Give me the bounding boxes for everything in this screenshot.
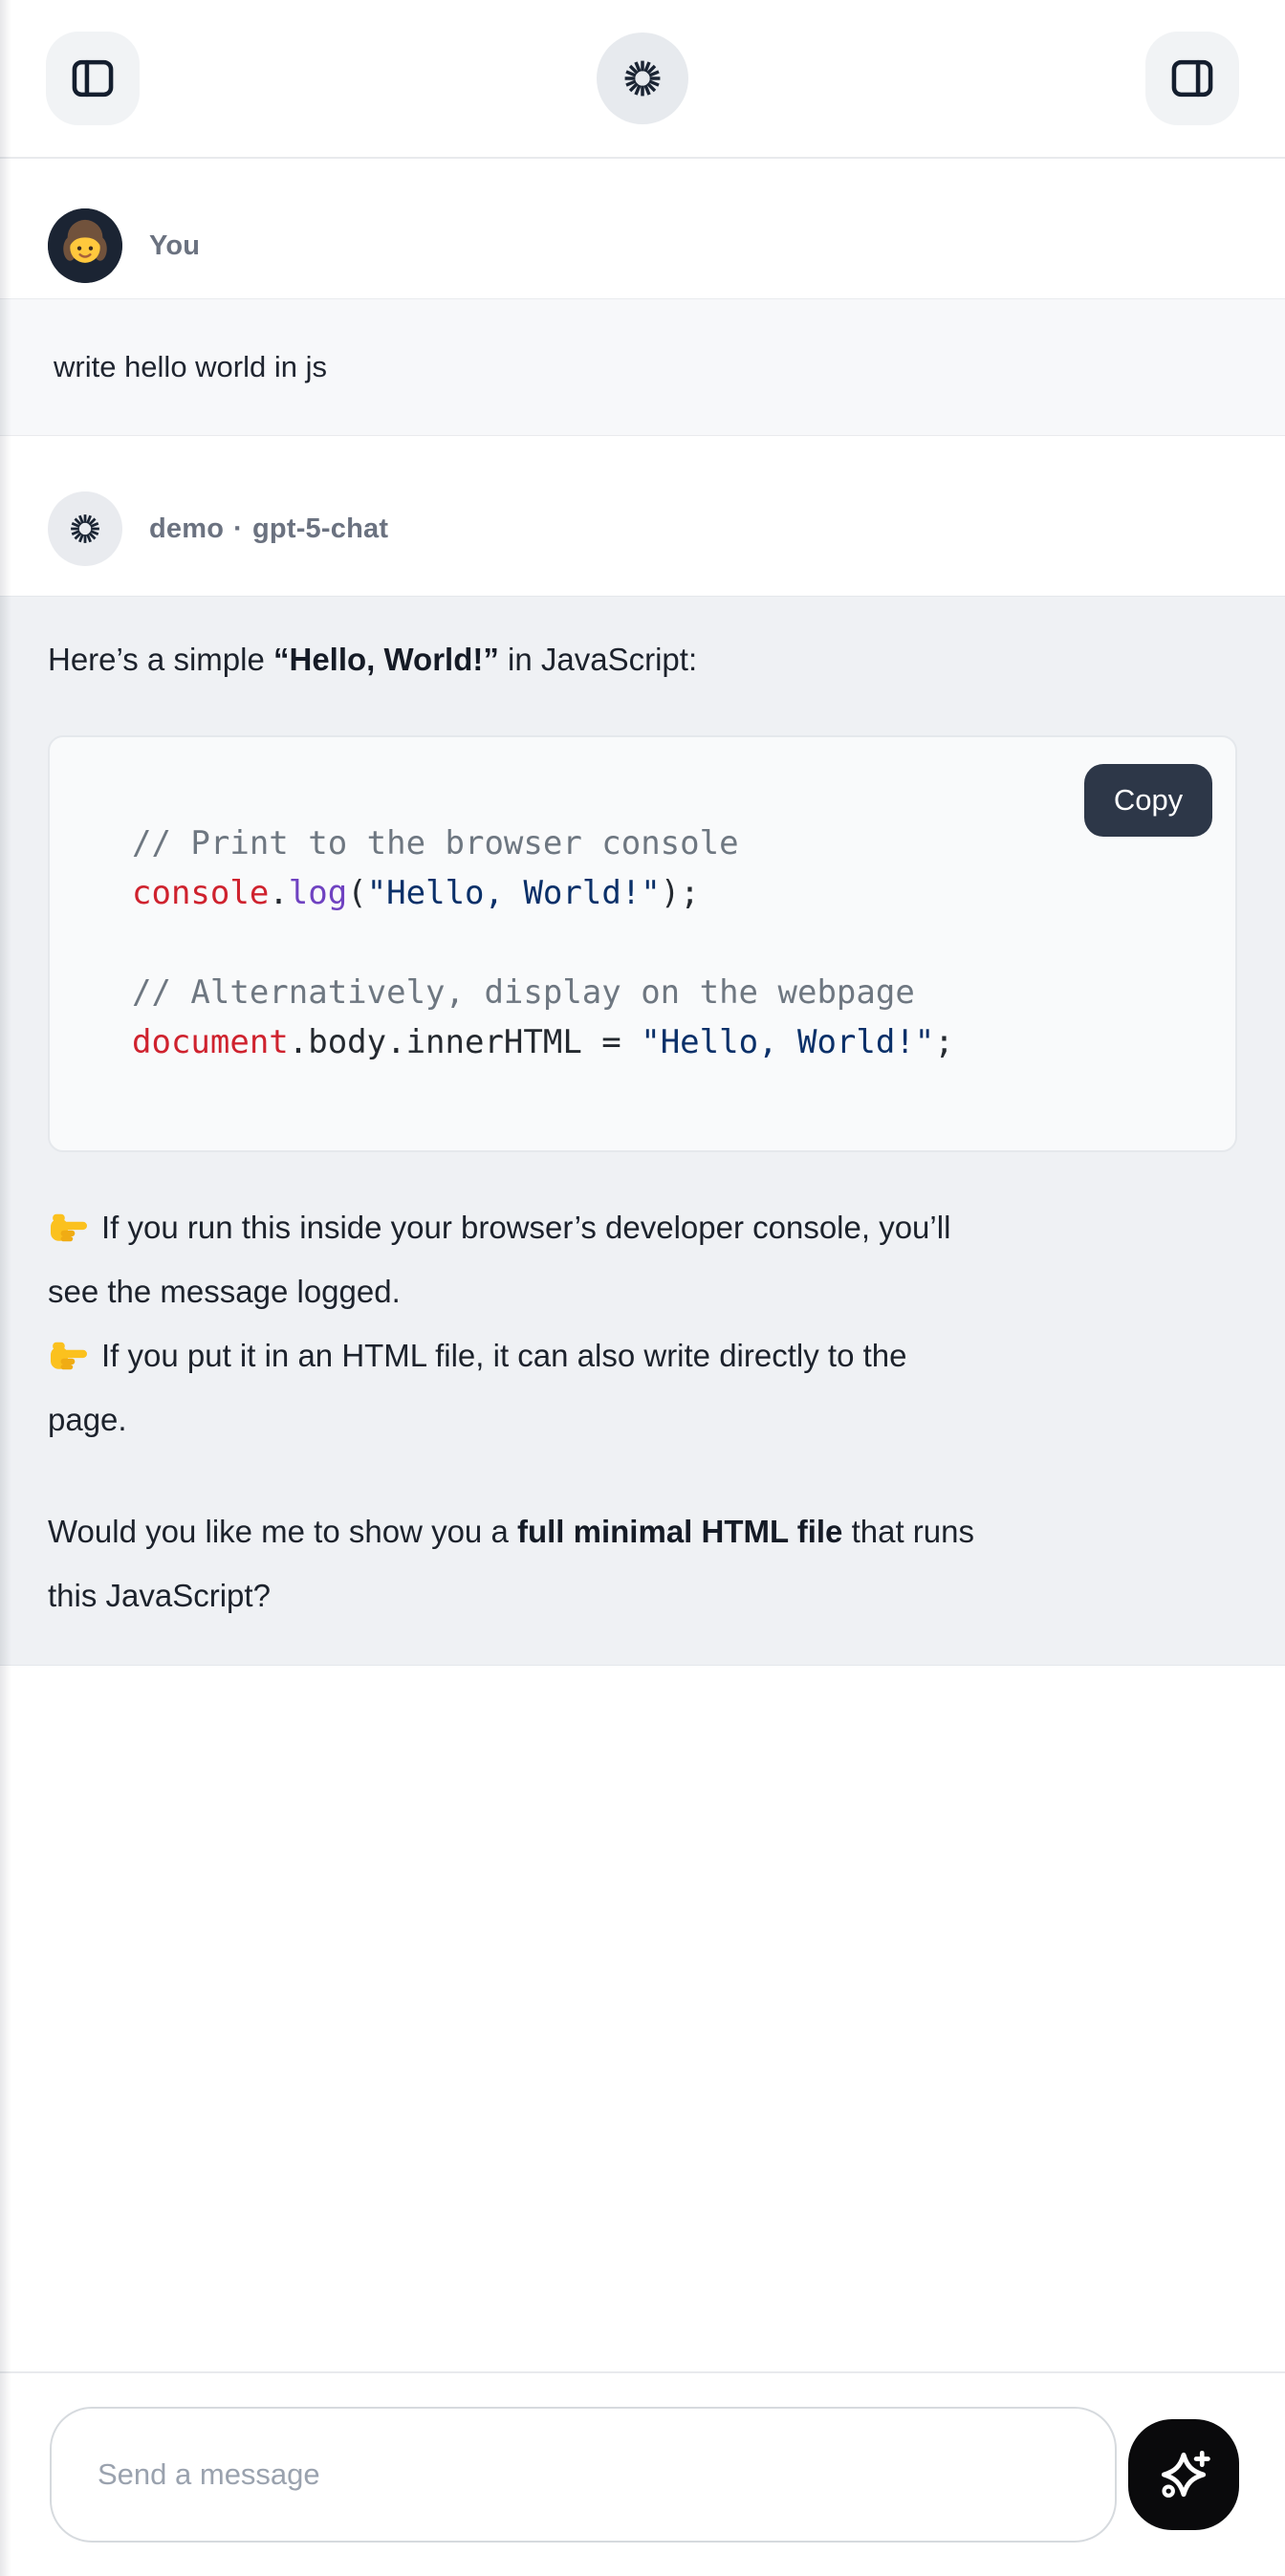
copy-button[interactable]: Copy	[1084, 764, 1212, 837]
panel-right-icon	[1167, 54, 1217, 103]
text-run: If you put it in an HTML file, it can al…	[101, 1338, 906, 1373]
code-token-function: log	[289, 874, 347, 912]
text-run: see the message logged.	[48, 1274, 401, 1309]
paragraph-line: this JavaScript?	[48, 1563, 1231, 1627]
composer	[0, 2371, 1285, 2576]
code-token-plain: );	[661, 874, 700, 912]
user-message-text: write hello world in js	[54, 350, 327, 384]
code-line: // Print to the browser console	[132, 819, 1207, 868]
assistant-avatar	[48, 491, 122, 566]
paragraph-line: If you put it in an HTML file, it can al…	[48, 1323, 1231, 1387]
code-token-comment: // Print to the browser console	[132, 824, 739, 862]
code-content: // Print to the browser console console.l…	[132, 819, 1207, 1067]
assistant-message-header: demo·gpt-5-chat	[0, 436, 1285, 596]
assistant-paragraph: Would you like me to show you a full min…	[48, 1499, 1231, 1627]
assistant-message-body: Here’s a simple “Hello, World!” in JavaS…	[0, 596, 1285, 1666]
code-block: Copy // Print to the browser console cons…	[48, 735, 1237, 1152]
person-emoji-avatar	[48, 208, 122, 283]
code-token-comment: // Alternatively, display on the webpage	[132, 973, 915, 1012]
code-token-plain: ;	[934, 1023, 953, 1061]
top-bar	[0, 0, 1285, 159]
assistant-message: demo·gpt-5-chat Here’s a simple “Hello, …	[0, 436, 1285, 1666]
bold-text: “Hello, World!”	[273, 642, 499, 677]
right-panel-toggle-button[interactable]	[1145, 32, 1239, 125]
text-run: Here’s a simple	[48, 642, 273, 677]
pointing-right-icon	[48, 1337, 90, 1373]
code-line: console.log("Hello, World!");	[132, 868, 1207, 918]
text-run: in JavaScript:	[499, 642, 697, 677]
user-message-header: You	[0, 159, 1285, 298]
text-run: If you run this inside your browser’s de…	[101, 1210, 950, 1245]
user-message-bubble: write hello world in js	[0, 298, 1285, 436]
message-input[interactable]	[50, 2407, 1117, 2543]
assistant-paragraph: If you run this inside your browser’s de…	[48, 1195, 1231, 1452]
user-name: You	[149, 230, 200, 262]
sidebar-toggle-button[interactable]	[46, 32, 140, 125]
bold-text: full minimal HTML file	[517, 1514, 842, 1549]
paragraph-line: see the message logged.	[48, 1259, 1231, 1323]
paragraph-line: page.	[48, 1387, 1231, 1452]
paragraph-line: If you run this inside your browser’s de…	[48, 1195, 1231, 1259]
paragraph-line: Would you like me to show you a full min…	[48, 1499, 1231, 1563]
code-token-string: "Hello, World!"	[367, 874, 661, 912]
text-run: page.	[48, 1402, 127, 1437]
pointing-right-icon	[48, 1209, 90, 1245]
name-separator: ·	[233, 513, 243, 544]
code-token-plain: .body.innerHTML =	[289, 1023, 641, 1061]
user-avatar	[48, 208, 122, 283]
text-run: Would you like me to show you a	[48, 1514, 517, 1549]
user-message: You write hello world in js	[0, 159, 1285, 436]
conversation: You write hello world in js demo·gpt-5-c…	[0, 159, 1285, 1666]
code-line	[132, 918, 1207, 968]
new-chat-button[interactable]	[1128, 2419, 1239, 2530]
code-line: document.body.innerHTML = "Hello, World!…	[132, 1017, 1207, 1067]
assistant-intro-text: Here’s a simple “Hello, World!” in JavaS…	[48, 627, 1231, 691]
code-token-plain: .	[269, 874, 288, 912]
panel-left-icon	[68, 54, 118, 103]
code-token-string: "Hello, World!"	[641, 1023, 934, 1061]
text-run: that runs	[842, 1514, 974, 1549]
app-logo	[597, 33, 688, 124]
sparkles-icon	[1152, 2443, 1215, 2506]
assistant-name: demo·gpt-5-chat	[149, 513, 388, 545]
code-line: // Alternatively, display on the webpage	[132, 968, 1207, 1017]
model-name: gpt-5-chat	[252, 513, 388, 544]
starburst-icon	[618, 54, 667, 103]
text-run: this JavaScript?	[48, 1578, 271, 1613]
starburst-icon	[65, 509, 105, 549]
code-token-keyword: document	[132, 1023, 289, 1061]
code-token-keyword: console	[132, 874, 269, 912]
assistant-paragraphs: If you run this inside your browser’s de…	[48, 1195, 1231, 1627]
code-token-plain: (	[347, 874, 366, 912]
